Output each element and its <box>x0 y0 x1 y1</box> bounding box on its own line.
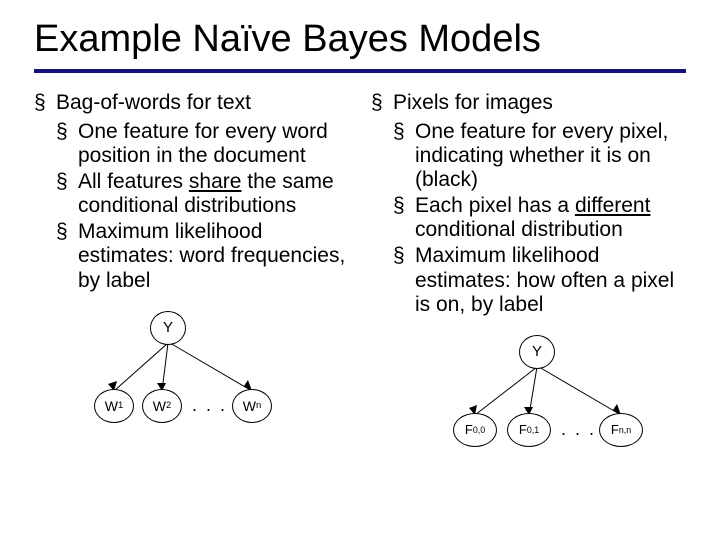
right-diagram: Y F0,0 F0,1 . . . Fn,n <box>371 335 686 455</box>
content-columns: Bag-of-words for text One feature for ev… <box>34 91 686 455</box>
right-node-fnn: Fn,n <box>599 413 643 447</box>
slide: Example Naïve Bayes Models Bag-of-words … <box>0 0 720 465</box>
left-column: Bag-of-words for text One feature for ev… <box>34 91 349 455</box>
right-item-3: Maximum likelihood estimates: how often … <box>393 244 686 316</box>
left-item-1: One feature for every word position in t… <box>56 120 349 168</box>
left-heading: Bag-of-words for text <box>34 91 349 116</box>
right-item-2: Each pixel has a different conditional d… <box>393 194 686 242</box>
left-item-3: Maximum likelihood estimates: word frequ… <box>56 220 349 292</box>
left-sublist: One feature for every word position in t… <box>34 120 349 293</box>
left-diagram: Y W1 W2 . . . Wn <box>34 311 349 431</box>
right-sublist: One feature for every pixel, indicating … <box>371 120 686 317</box>
right-column: Pixels for images One feature for every … <box>371 91 686 455</box>
right-dots: . . . <box>561 419 596 440</box>
left-node-wn: Wn <box>232 389 272 423</box>
right-heading: Pixels for images <box>371 91 686 116</box>
right-node-f00: F0,0 <box>453 413 497 447</box>
slide-title: Example Naïve Bayes Models <box>34 18 686 61</box>
right-item-1: One feature for every pixel, indicating … <box>393 120 686 192</box>
left-dots: . . . <box>192 395 227 416</box>
left-item-2: All features share the same conditional … <box>56 170 349 218</box>
right-node-y: Y <box>519 335 555 369</box>
right-node-f01: F0,1 <box>507 413 551 447</box>
title-rule <box>34 69 686 73</box>
left-node-y: Y <box>150 311 186 345</box>
left-node-w2: W2 <box>142 389 182 423</box>
left-node-w1: W1 <box>94 389 134 423</box>
